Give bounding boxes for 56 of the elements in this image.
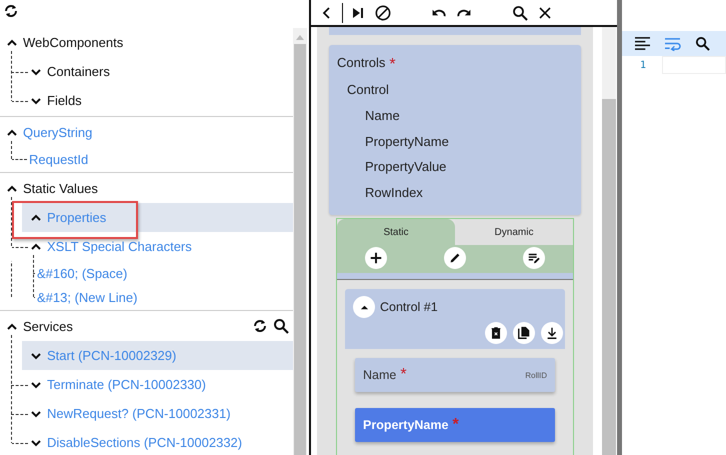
search-icon[interactable] [694,36,711,51]
tree-item[interactable]: DisableSections (PCN-10002332) [0,428,293,455]
close-icon[interactable] [537,4,553,20]
copy-button[interactable] [513,322,535,344]
copy-icon [517,326,531,340]
download-button[interactable] [541,322,563,344]
ban-icon[interactable] [375,4,391,20]
required-mark: * [400,366,407,384]
tree-item[interactable]: Services [0,312,293,341]
scrollbar[interactable] [293,28,307,455]
tree-item[interactable]: XSLT Special Characters [0,232,293,261]
tree-item[interactable]: RequestId [0,147,293,171]
field-value: RollID [525,370,547,380]
tree-item[interactable]: &#13; (New Line) [0,285,293,309]
form-field[interactable]: Name * RollID [355,358,555,392]
search-icon[interactable] [512,4,528,20]
trash-icon [489,326,503,340]
wrap-icon[interactable] [664,36,681,51]
schema-field: PropertyValue [337,154,573,180]
tree-item[interactable]: Start (PCN-10002329) [22,341,293,370]
required-mark: * [389,56,396,73]
tree-item[interactable]: Properties [22,203,293,232]
scrollbar[interactable] [602,27,616,455]
refresh-icon[interactable] [3,3,19,19]
plus-icon [369,251,384,265]
schema-field: Control [337,77,573,103]
required-mark: * [452,416,459,434]
list-edit-icon [526,251,541,265]
download-icon [545,326,559,340]
tree-item[interactable]: Terminate (PCN-10002330) [0,370,293,399]
add-button[interactable] [365,247,388,269]
line-number: 1 [638,60,647,70]
collapse-button[interactable] [353,296,375,318]
align-left-icon[interactable] [634,36,651,51]
tree-item[interactable]: Fields [0,86,293,115]
schema-field: RowIndex [337,180,573,205]
form-field[interactable]: PropertyName * [355,408,555,442]
pencil-icon [448,251,462,265]
tree-item[interactable]: QueryString [0,118,293,147]
delete-button[interactable] [485,322,507,344]
field-label: PropertyName [363,418,448,432]
tab[interactable]: Static [337,219,455,245]
tree-item[interactable]: NewRequest? (PCN-10002331) [0,399,293,428]
card-title: Control #1 [380,300,438,314]
field-label: Name [363,368,396,382]
tree-item[interactable]: Static Values [0,174,293,203]
tree-item[interactable]: &#160; (Space) [0,261,293,285]
edit-list-button[interactable] [522,247,545,269]
tree-item[interactable]: WebComponents [0,28,293,57]
edit-button[interactable] [444,247,466,269]
search-icon[interactable] [273,318,289,334]
schema-title-text: Controls [337,55,386,70]
schema-field: PropertyName [337,128,573,154]
tree-item[interactable]: Containers [0,57,293,86]
schema-field: Name [337,103,573,128]
refresh-icon[interactable] [252,318,268,334]
